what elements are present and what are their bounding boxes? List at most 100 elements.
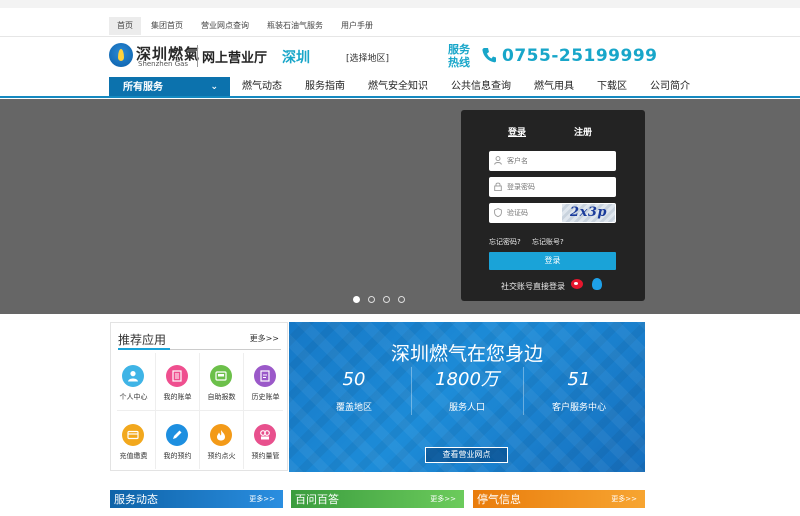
app-label: 自助报数: [207, 393, 236, 401]
current-city: 深圳: [282, 50, 310, 66]
service-hotline-label: 服务热线: [448, 43, 470, 69]
login-button[interactable]: 登录: [489, 252, 616, 270]
recommended-apps: 推荐应用 更多>> 个人中心 我的账单 自助报数 历史账单 充值缴费 我的预约 …: [110, 322, 288, 471]
recommended-title: 推荐应用: [118, 333, 167, 347]
bar-title: 服务动态: [114, 493, 158, 506]
app-label: 预约点火: [207, 452, 236, 460]
forgot-account-link[interactable]: 忘记账号?: [532, 237, 564, 247]
faq-more-link[interactable]: 更多>>: [430, 494, 456, 504]
top-strip: [0, 0, 800, 8]
username-input[interactable]: [507, 154, 587, 168]
card-icon: [122, 424, 144, 446]
user-icon: [494, 156, 502, 167]
logo-subtext: Shenzhen Gas: [138, 60, 189, 68]
site-header: 深圳燃氣 Shenzhen Gas 网上营业厅 深圳 [选择地区] 服务热线 0…: [0, 37, 800, 77]
bill-icon: [166, 365, 188, 387]
outage-info-bar: 停气信息 更多>>: [473, 490, 645, 508]
top-bar: 首页 集团首页 营业网点查询 瓶装石油气服务 用户手册: [0, 0, 800, 37]
pipe-icon: [254, 424, 276, 446]
choose-region-link[interactable]: [选择地区]: [346, 51, 389, 64]
carousel-dot[interactable]: [353, 296, 360, 303]
nav-company-profile[interactable]: 公司简介: [650, 77, 690, 96]
hotline-number: 0755-25199999: [502, 46, 658, 66]
top-nav-user-manual[interactable]: 用户手册: [333, 17, 381, 35]
captcha-field[interactable]: 2x3p: [489, 203, 616, 223]
carousel-dot[interactable]: [368, 296, 375, 303]
nav-public-info[interactable]: 公共信息查询: [451, 77, 511, 96]
app-personal-center[interactable]: 个人中心: [111, 353, 156, 411]
forgot-password-link[interactable]: 忘记密码?: [489, 237, 521, 247]
nav-gas-safety[interactable]: 燃气安全知识: [368, 77, 428, 96]
carousel-dot[interactable]: [398, 296, 405, 303]
nav-gas-news[interactable]: 燃气动态: [242, 77, 282, 96]
stat-value: 1800万: [435, 369, 499, 390]
nav-gas-appliances[interactable]: 燃气用具: [534, 77, 574, 96]
stat-coverage: 50 覆盖地区: [304, 369, 404, 413]
app-self-reading[interactable]: 自助报数: [199, 353, 244, 411]
recommended-more-link[interactable]: 更多>>: [250, 333, 279, 344]
password-field[interactable]: [489, 177, 616, 197]
weibo-icon[interactable]: [571, 279, 583, 289]
stat-value: 51: [567, 369, 591, 390]
all-services-label: 所有服务: [123, 82, 163, 93]
social-login-label: 社交账号直接登录: [501, 282, 565, 291]
chevron-down-icon: ⌄: [210, 82, 218, 92]
app-recharge[interactable]: 充值缴费: [111, 412, 156, 470]
app-pipe-booking[interactable]: 预约量管: [243, 412, 288, 470]
top-nav: 首页 集团首页 营业网点查询 瓶装石油气服务 用户手册: [109, 17, 383, 35]
app-my-appointment[interactable]: 我的预约: [155, 412, 200, 470]
all-services-dropdown[interactable]: 所有服务 ⌄: [109, 77, 230, 98]
section-underline-accent: [118, 348, 170, 350]
captcha-image[interactable]: 2x3p: [562, 204, 615, 222]
carousel-dot[interactable]: [383, 296, 390, 303]
shield-icon: [494, 208, 502, 219]
stat-caption: 客户服务中心: [551, 403, 606, 413]
app-label: 预约量管: [251, 452, 280, 460]
captcha-input[interactable]: [507, 206, 557, 220]
nav-downloads[interactable]: 下载区: [597, 77, 627, 96]
username-field[interactable]: [489, 151, 616, 171]
tab-register[interactable]: 注册: [574, 125, 592, 138]
nav-underline: [0, 96, 800, 98]
meter-icon: [210, 365, 232, 387]
hero-carousel[interactable]: [0, 99, 800, 314]
app-label: 我的预约: [163, 452, 192, 460]
view-outlets-button[interactable]: 查看营业网点: [425, 447, 508, 463]
app-label: 个人中心: [119, 393, 148, 401]
stat-caption: 服务人口: [448, 403, 485, 413]
banner-headline: 深圳燃气在您身边: [390, 343, 543, 365]
top-nav-bottled-gas[interactable]: 瓶装石油气服务: [259, 17, 331, 35]
qq-icon[interactable]: [592, 278, 602, 290]
app-my-bill[interactable]: 我的账单: [155, 353, 200, 411]
service-news-bar: 服务动态 更多>>: [110, 490, 283, 508]
hall-title: 网上营业厅: [202, 51, 268, 66]
app-ignition-booking[interactable]: 预约点火: [199, 412, 244, 470]
service-news-more-link[interactable]: 更多>>: [249, 494, 275, 504]
history-icon: [254, 365, 276, 387]
bar-title: 百问百答: [295, 493, 339, 506]
password-input[interactable]: [507, 180, 587, 194]
pen-icon: [166, 424, 188, 446]
app-label: 我的账单: [163, 393, 192, 401]
logo-flame-icon[interactable]: [109, 43, 133, 67]
bar-title: 停气信息: [477, 493, 521, 506]
tab-login[interactable]: 登录: [508, 125, 526, 138]
carousel-dots: [353, 296, 413, 303]
person-icon: [122, 365, 144, 387]
header-divider: [197, 45, 198, 67]
lock-icon: [494, 182, 502, 193]
top-nav-outlet-search[interactable]: 营业网点查询: [193, 17, 257, 35]
stat-service-centers: 51 客户服务中心: [529, 369, 629, 413]
faq-bar: 百问百答 更多>>: [291, 490, 464, 508]
nav-service-guide[interactable]: 服务指南: [305, 77, 345, 96]
outage-more-link[interactable]: 更多>>: [611, 494, 637, 504]
fire-icon: [210, 424, 232, 446]
stat-caption: 覆盖地区: [335, 403, 372, 413]
top-nav-home[interactable]: 首页: [109, 17, 141, 35]
top-nav-group-home[interactable]: 集团首页: [143, 17, 191, 35]
main-nav: 所有服务 ⌄ 燃气动态 服务指南 燃气安全知识 公共信息查询 燃气用具 下载区 …: [0, 77, 800, 98]
promo-banner: 深圳燃气在您身边 50 覆盖地区 1800万 服务人口 51 客户服务中心 查看…: [289, 322, 645, 472]
app-bill-history[interactable]: 历史账单: [243, 353, 288, 411]
stat-divider: [523, 367, 524, 415]
app-label: 充值缴费: [119, 452, 148, 460]
